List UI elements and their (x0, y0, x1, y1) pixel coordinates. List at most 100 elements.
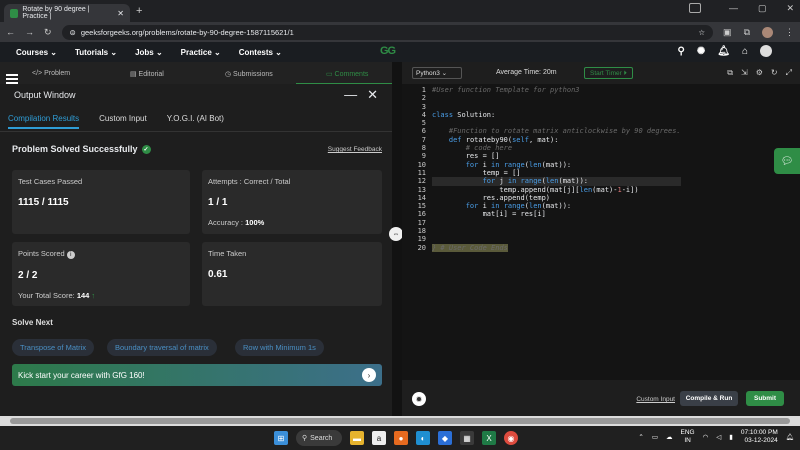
edge-icon[interactable]: ◐ (416, 431, 430, 445)
address-bar-row: ← → ↻ ⊜ geeksforgeeks.org/problems/rotat… (0, 22, 800, 42)
nav-tutorials[interactable]: Tutorials ⌄ (75, 48, 117, 57)
dropbox-icon[interactable]: ◆ (438, 431, 452, 445)
puzzle-icon[interactable]: ⧉ (744, 27, 750, 38)
compile-run-button[interactable]: Compile & Run (680, 391, 738, 406)
line-number: 13 (417, 185, 426, 194)
tab-comments[interactable]: ▭ Comments (295, 70, 400, 85)
copy-icon[interactable]: ⧉ (727, 68, 733, 78)
keyboard-icon[interactable]: ▭ (652, 433, 658, 441)
language-indicator[interactable]: ENG IN (681, 429, 695, 445)
reload-icon[interactable]: ↻ (44, 27, 52, 38)
horizontal-scrollbar[interactable] (0, 416, 800, 426)
notification-bell-icon[interactable]: 🔔︎ (717, 46, 730, 57)
line-number: 10 (417, 160, 426, 169)
tab-yogi-bot[interactable]: Y.O.G.I. (AI Bot) (167, 114, 224, 123)
wifi-icon[interactable]: ◠ (703, 433, 709, 441)
tab-editorial[interactable]: ▤ Editorial (130, 70, 164, 78)
nav-courses[interactable]: Courses ⌄ (16, 48, 57, 57)
close-window-button[interactable]: ✕ (786, 3, 794, 14)
suggest-feedback-link[interactable]: Suggest Feedback (328, 146, 382, 153)
menu-icon[interactable]: ⋮ (785, 27, 794, 38)
code-line: mat[i] = res[i] (432, 210, 546, 219)
onedrive-icon[interactable]: ☁ (666, 433, 673, 441)
tab-title: Rotate by 90 degree | Practice | (22, 6, 90, 20)
scrollbar-thumb[interactable] (10, 418, 790, 424)
tab-custom-input[interactable]: Custom Input (99, 114, 147, 123)
line-number: 7 (421, 135, 426, 144)
line-number: 15 (417, 202, 426, 211)
taskbar-search[interactable]: ⚲ Search (296, 430, 342, 446)
new-tab-button[interactable]: + (136, 5, 142, 17)
file-explorer-icon[interactable]: ▬ (350, 431, 364, 445)
battery-icon[interactable]: ▮ (729, 433, 733, 441)
browser-tab[interactable]: Rotate by 90 degree | Practice | ✕ (4, 4, 130, 22)
solve-next-chip[interactable]: Transpose of Matrix (12, 339, 94, 356)
submit-button[interactable]: Submit (746, 391, 784, 406)
code-line: for i in range(len(mat)): (465, 160, 572, 169)
tab-problem[interactable]: </> Problem (32, 70, 70, 77)
tab-search-icon[interactable] (688, 3, 701, 13)
solve-next-chip[interactable]: Row with Minimum 1s (235, 339, 324, 356)
gfg160-banner[interactable]: Kick start your career with GfG 160! › (12, 364, 382, 386)
close-output-button[interactable]: ✕ (367, 87, 378, 103)
user-avatar[interactable] (760, 45, 772, 57)
start-timer-button[interactable]: Start Timer ⏵ (584, 67, 633, 79)
maximize-button[interactable]: ▢ (758, 3, 767, 14)
theme-toggle-icon[interactable]: ✺ (697, 46, 705, 57)
site-info-icon[interactable]: ⊜ (70, 28, 76, 37)
nav-jobs[interactable]: Jobs ⌄ (135, 48, 163, 57)
arrow-up-icon: ↑ (91, 291, 96, 300)
points-label-row: Points Scored i (18, 249, 184, 259)
excel-icon[interactable]: X (482, 431, 496, 445)
amazon-icon[interactable]: a (372, 431, 386, 445)
hamburger-menu-icon[interactable] (6, 74, 18, 84)
firefox-icon[interactable]: ● (394, 431, 408, 445)
panel-divider[interactable]: ⇔ (389, 62, 403, 416)
language-select[interactable]: Python3 ⌄ (412, 67, 462, 79)
nav-practice[interactable]: Practice ⌄ (181, 48, 221, 57)
code-line: res = [] (432, 152, 500, 161)
grid-app-icon[interactable]: ▦ (460, 431, 474, 445)
bookmark-star-icon[interactable]: ☆ (698, 28, 705, 37)
custom-input-link[interactable]: Custom Input (636, 396, 675, 403)
tab-close-icon[interactable]: ✕ (117, 9, 124, 18)
chevron-up-icon[interactable]: ⌃ (638, 433, 643, 441)
code-line: # code here (465, 144, 513, 153)
fullscreen-icon[interactable]: ⤢ (786, 68, 792, 78)
settings-icon[interactable]: ⚙ (756, 68, 763, 78)
chrome-icon[interactable]: ◉ (504, 431, 518, 445)
volume-icon[interactable]: ◁ (716, 433, 721, 441)
help-icon[interactable]: ⌂ (742, 46, 748, 57)
tab-submissions[interactable]: ◷ Submissions (225, 70, 273, 78)
arrow-right-icon[interactable]: › (362, 368, 376, 382)
code-editor[interactable]: 1 2 3 4 5 6 7 8 9 10 11 12 13 14 15 16 1… (402, 84, 800, 380)
nav-contests[interactable]: Contests ⌄ (239, 48, 282, 57)
gfg-favicon-icon (10, 8, 19, 18)
solve-next-chip[interactable]: Boundary traversal of matrix (107, 339, 217, 356)
resize-handle-icon[interactable]: ⇔ (389, 227, 403, 241)
minimize-button[interactable]: — (729, 3, 738, 14)
output-window-title: Output Window (14, 90, 76, 100)
forward-icon[interactable]: → (25, 27, 34, 37)
lightbulb-icon[interactable]: ✹ (412, 392, 426, 406)
export-icon[interactable]: ⇲ (741, 68, 748, 78)
code-line: temp.append(mat[j][len(mat)-1-i]) (432, 185, 639, 194)
lang-bottom: IN (684, 437, 691, 444)
windows-start-icon[interactable]: ⊞ (274, 431, 288, 445)
tab-compilation-results[interactable]: Compilation Results (8, 114, 80, 129)
search-icon[interactable]: ⚲ (678, 46, 685, 57)
minimize-output-button[interactable]: — (344, 87, 357, 103)
accuracy-value: 100% (245, 218, 265, 227)
editor-panel: Python3 ⌄ Average Time: 20m Start Timer … (402, 62, 800, 416)
extensions-icon[interactable]: ▣ (723, 27, 732, 38)
back-icon[interactable]: ← (6, 27, 15, 37)
gfg-logo[interactable]: GG (380, 45, 396, 57)
url-bar[interactable]: ⊜ geeksforgeeks.org/problems/rotate-by-9… (61, 24, 714, 40)
reset-icon[interactable]: ↻ (771, 68, 778, 78)
profile-avatar[interactable] (762, 26, 773, 38)
info-icon[interactable]: i (66, 251, 75, 259)
chat-icon[interactable]: 💬︎ (774, 148, 800, 174)
clock[interactable]: 07:10:00 PM 03-12-2024 (741, 429, 778, 445)
notification-icon[interactable]: 🔔︎ (786, 433, 794, 441)
